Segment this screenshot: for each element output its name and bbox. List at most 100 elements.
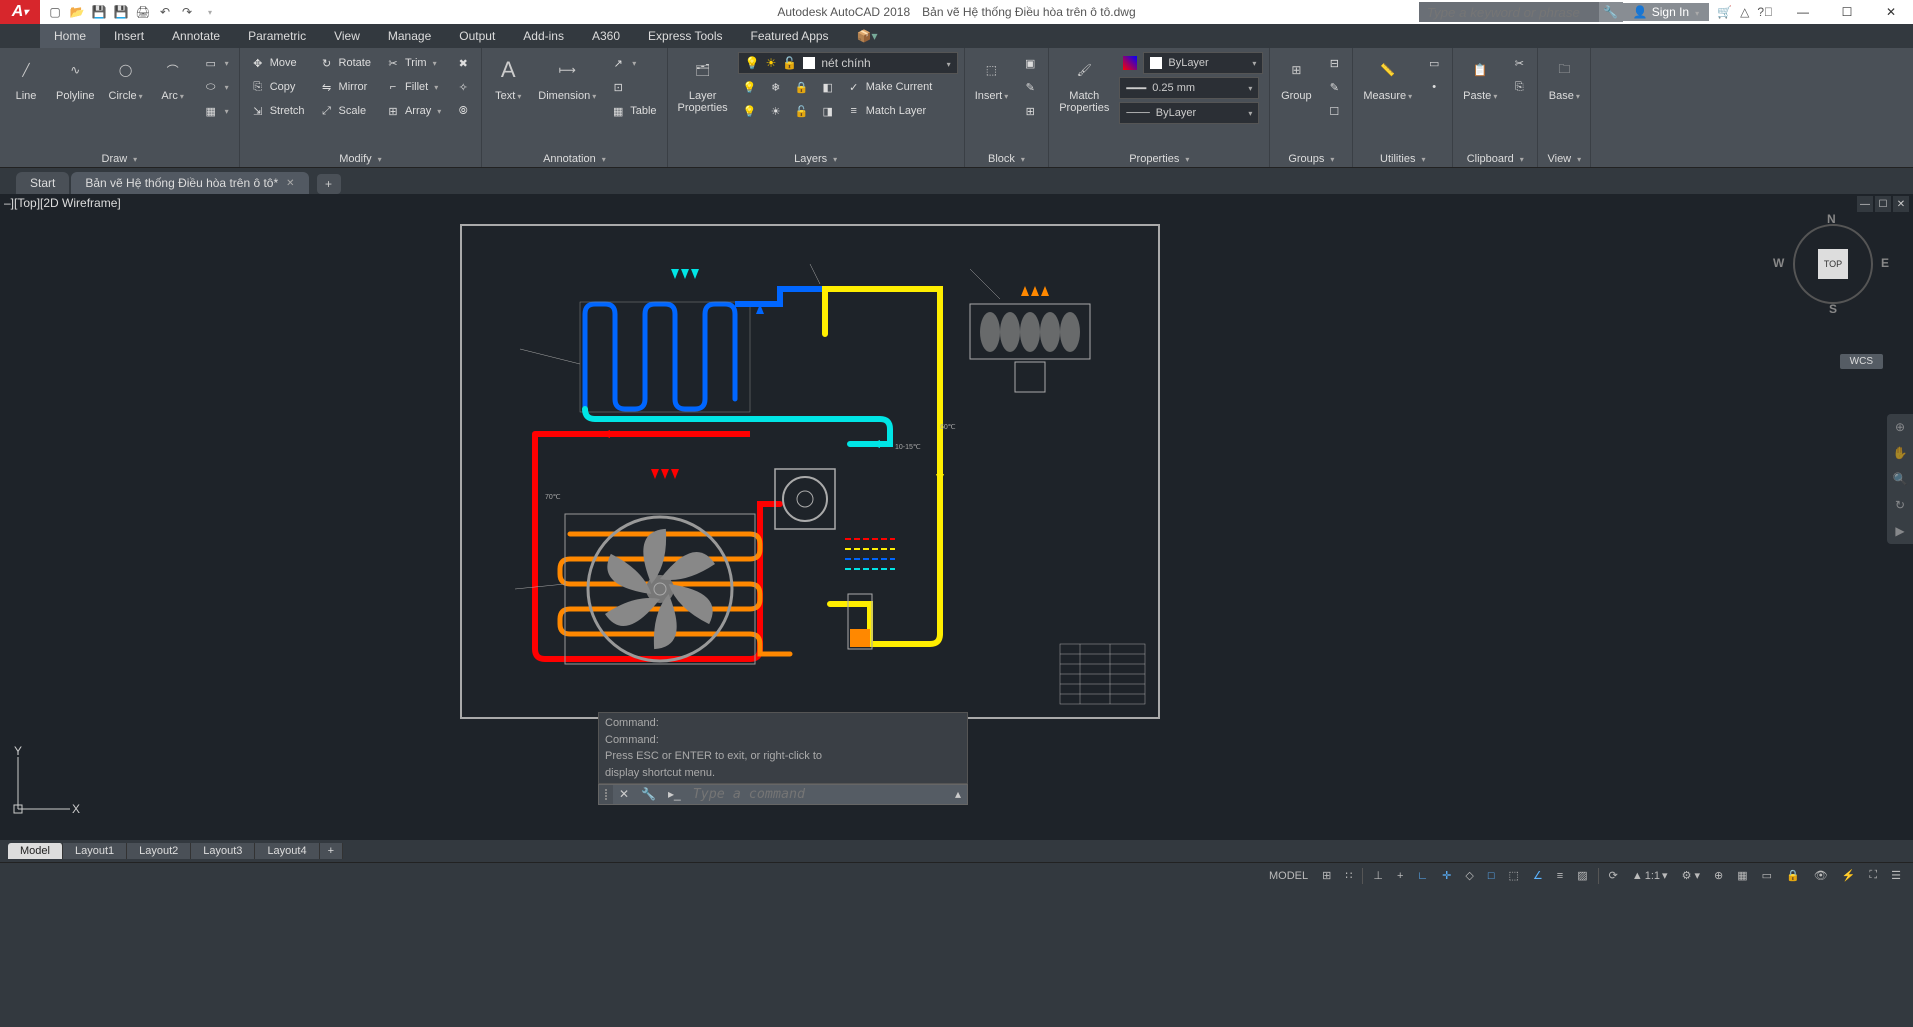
open-icon[interactable]: 📂 xyxy=(68,3,86,21)
lock-ui[interactable]: 🔒 xyxy=(1780,865,1806,887)
measure-button[interactable]: 📏Measure xyxy=(1357,50,1418,106)
select-all-icon[interactable]: ▭ xyxy=(1422,52,1446,74)
layout-tab-4[interactable]: Layout4 xyxy=(255,843,319,859)
viewcube[interactable]: TOP N S E W xyxy=(1783,214,1883,314)
scale-button[interactable]: ⤢Scale xyxy=(315,100,375,122)
signin-button[interactable]: 👤 Sign In xyxy=(1623,3,1709,21)
search-icon[interactable]: 🔧 xyxy=(1599,2,1623,22)
cut-icon[interactable]: ✂ xyxy=(1507,52,1531,74)
layout-tab-1[interactable]: Layout1 xyxy=(63,843,127,859)
exchange-icon[interactable]: 🛒 xyxy=(1717,5,1732,19)
text-button[interactable]: AText xyxy=(486,50,530,106)
workspace-switch[interactable]: ⚙ ▾ xyxy=(1676,865,1706,887)
cmd-expand-icon[interactable]: ▴ xyxy=(949,785,967,804)
showmotion-icon[interactable]: ▶ xyxy=(1887,518,1913,544)
polyline-button[interactable]: ∿Polyline xyxy=(50,50,101,106)
selection-cycling[interactable]: ⟳ xyxy=(1603,865,1624,887)
paste-button[interactable]: 📋Paste xyxy=(1457,50,1503,106)
fullnav-icon[interactable]: ⊕ xyxy=(1887,414,1913,440)
layer-properties-button[interactable]: 🗂Layer Properties xyxy=(672,50,734,118)
table-button[interactable]: ▦Table xyxy=(606,100,660,122)
edit-block-icon[interactable]: ✎ xyxy=(1018,76,1042,98)
make-current-button[interactable]: ✓Make Current xyxy=(842,76,937,98)
cmd-options-icon[interactable]: 🔧 xyxy=(635,785,662,804)
help-search-input[interactable] xyxy=(1419,2,1599,22)
layer-lock-icon[interactable]: 🔒 xyxy=(790,76,814,98)
trim-button[interactable]: ✂Trim xyxy=(381,52,445,74)
group-button[interactable]: ⊞Group xyxy=(1274,50,1318,106)
block-attr-icon[interactable]: ⊞ xyxy=(1018,100,1042,122)
layer-thaw-icon[interactable]: ☀ xyxy=(764,100,788,122)
vp-close-icon[interactable]: ✕ xyxy=(1893,196,1909,212)
match-layer-button[interactable]: ≡Match Layer xyxy=(842,100,931,122)
command-input[interactable] xyxy=(687,785,949,804)
close-icon[interactable]: ✕ xyxy=(286,178,294,189)
ellipse-icon[interactable]: ⬭ xyxy=(199,76,233,98)
redo-icon[interactable]: ↷ xyxy=(178,3,196,21)
wcs-badge[interactable]: WCS xyxy=(1840,354,1883,369)
hardware-accel[interactable]: ⚡ xyxy=(1836,865,1862,887)
insert-block-button[interactable]: ⬚Insert xyxy=(969,50,1015,106)
osnap-toggle[interactable]: □ xyxy=(1482,865,1501,887)
linetype-dropdown[interactable]: ───ByLayer xyxy=(1119,102,1259,124)
panel-clipboard-title[interactable]: Clipboard xyxy=(1457,151,1533,167)
undo-icon[interactable]: ↶ xyxy=(156,3,174,21)
match-properties-button[interactable]: 🖌Match Properties xyxy=(1053,50,1115,118)
panel-view-title[interactable]: View xyxy=(1542,151,1586,167)
help-icon[interactable]: ?⃝ xyxy=(1757,5,1773,19)
lw-toggle[interactable]: ≡ xyxy=(1551,865,1569,887)
polar-toggle[interactable]: ✛ xyxy=(1436,865,1457,887)
viewcube-e[interactable]: E xyxy=(1881,256,1889,270)
plot-icon[interactable]: 🖨 xyxy=(134,3,152,21)
fillet-button[interactable]: ⌐Fillet xyxy=(381,76,445,98)
new-file-tab[interactable]: + xyxy=(317,174,341,194)
qat-more[interactable] xyxy=(200,3,218,21)
copyclip-icon[interactable]: ⎘ xyxy=(1507,76,1531,98)
viewport-label[interactable]: –][Top][2D Wireframe] xyxy=(4,196,121,210)
otrack-toggle[interactable]: ∠ xyxy=(1527,865,1549,887)
viewcube-s[interactable]: S xyxy=(1829,302,1837,316)
panel-layers-title[interactable]: Layers xyxy=(672,151,960,167)
panel-draw-title[interactable]: Draw xyxy=(4,151,235,167)
iso-toggle[interactable]: ◇ xyxy=(1459,865,1479,887)
rectangle-icon[interactable]: ▭ xyxy=(199,52,233,74)
color-dropdown[interactable]: ByLayer xyxy=(1143,52,1263,74)
apps-button[interactable]: 📦▾ xyxy=(849,24,886,48)
tab-addins[interactable]: Add-ins xyxy=(509,24,578,48)
layer-off-icon[interactable]: 💡 xyxy=(738,76,762,98)
circle-button[interactable]: ◯Circle xyxy=(103,50,149,106)
vp-minimize-icon[interactable]: — xyxy=(1857,196,1873,212)
grid-toggle[interactable]: ⊞ xyxy=(1316,865,1337,887)
leader-icon[interactable]: ↗ xyxy=(606,52,660,74)
rotate-button[interactable]: ↻Rotate xyxy=(315,52,375,74)
clean-screen[interactable]: ⛶ xyxy=(1863,865,1883,887)
offset-icon[interactable]: ⦾ xyxy=(451,100,475,122)
lineweight-dropdown[interactable]: ━━━0.25 mm xyxy=(1119,77,1259,99)
a360-icon[interactable]: △ xyxy=(1740,5,1749,19)
new-icon[interactable]: ▢ xyxy=(46,3,64,21)
ungroup-icon[interactable]: ⊟ xyxy=(1322,52,1346,74)
layout-tab-model[interactable]: Model xyxy=(8,843,63,859)
add-layout-button[interactable]: + xyxy=(320,843,343,859)
quick-props[interactable]: ▭ xyxy=(1756,865,1778,887)
annotation-scale[interactable]: ▲ 1:1 ▾ xyxy=(1626,865,1674,887)
layer-on-icon[interactable]: 💡 xyxy=(738,100,762,122)
layout-tab-3[interactable]: Layout3 xyxy=(191,843,255,859)
tab-express[interactable]: Express Tools xyxy=(634,24,736,48)
panel-modify-title[interactable]: Modify xyxy=(244,151,478,167)
layer-uniso-icon[interactable]: ◨ xyxy=(816,100,840,122)
tab-parametric[interactable]: Parametric xyxy=(234,24,320,48)
color-icon[interactable] xyxy=(1119,52,1141,74)
orbit-icon[interactable]: ↻ xyxy=(1887,492,1913,518)
panel-utilities-title[interactable]: Utilities xyxy=(1357,151,1448,167)
mirror-button[interactable]: ⇋Mirror xyxy=(315,76,375,98)
file-tab-active[interactable]: Bản vẽ Hệ thống Điều hòa trên ô tô*✕ xyxy=(71,172,308,194)
layer-unlock-icon[interactable]: 🔓 xyxy=(790,100,814,122)
tab-manage[interactable]: Manage xyxy=(374,24,445,48)
tab-a360[interactable]: A360 xyxy=(578,24,634,48)
dyn-toggle[interactable]: + xyxy=(1391,865,1409,887)
minimize-button[interactable]: — xyxy=(1781,0,1825,24)
3dosnap-toggle[interactable]: ⬚ xyxy=(1503,865,1525,887)
viewcube-n[interactable]: N xyxy=(1827,212,1836,226)
create-block-icon[interactable]: ▣ xyxy=(1018,52,1042,74)
